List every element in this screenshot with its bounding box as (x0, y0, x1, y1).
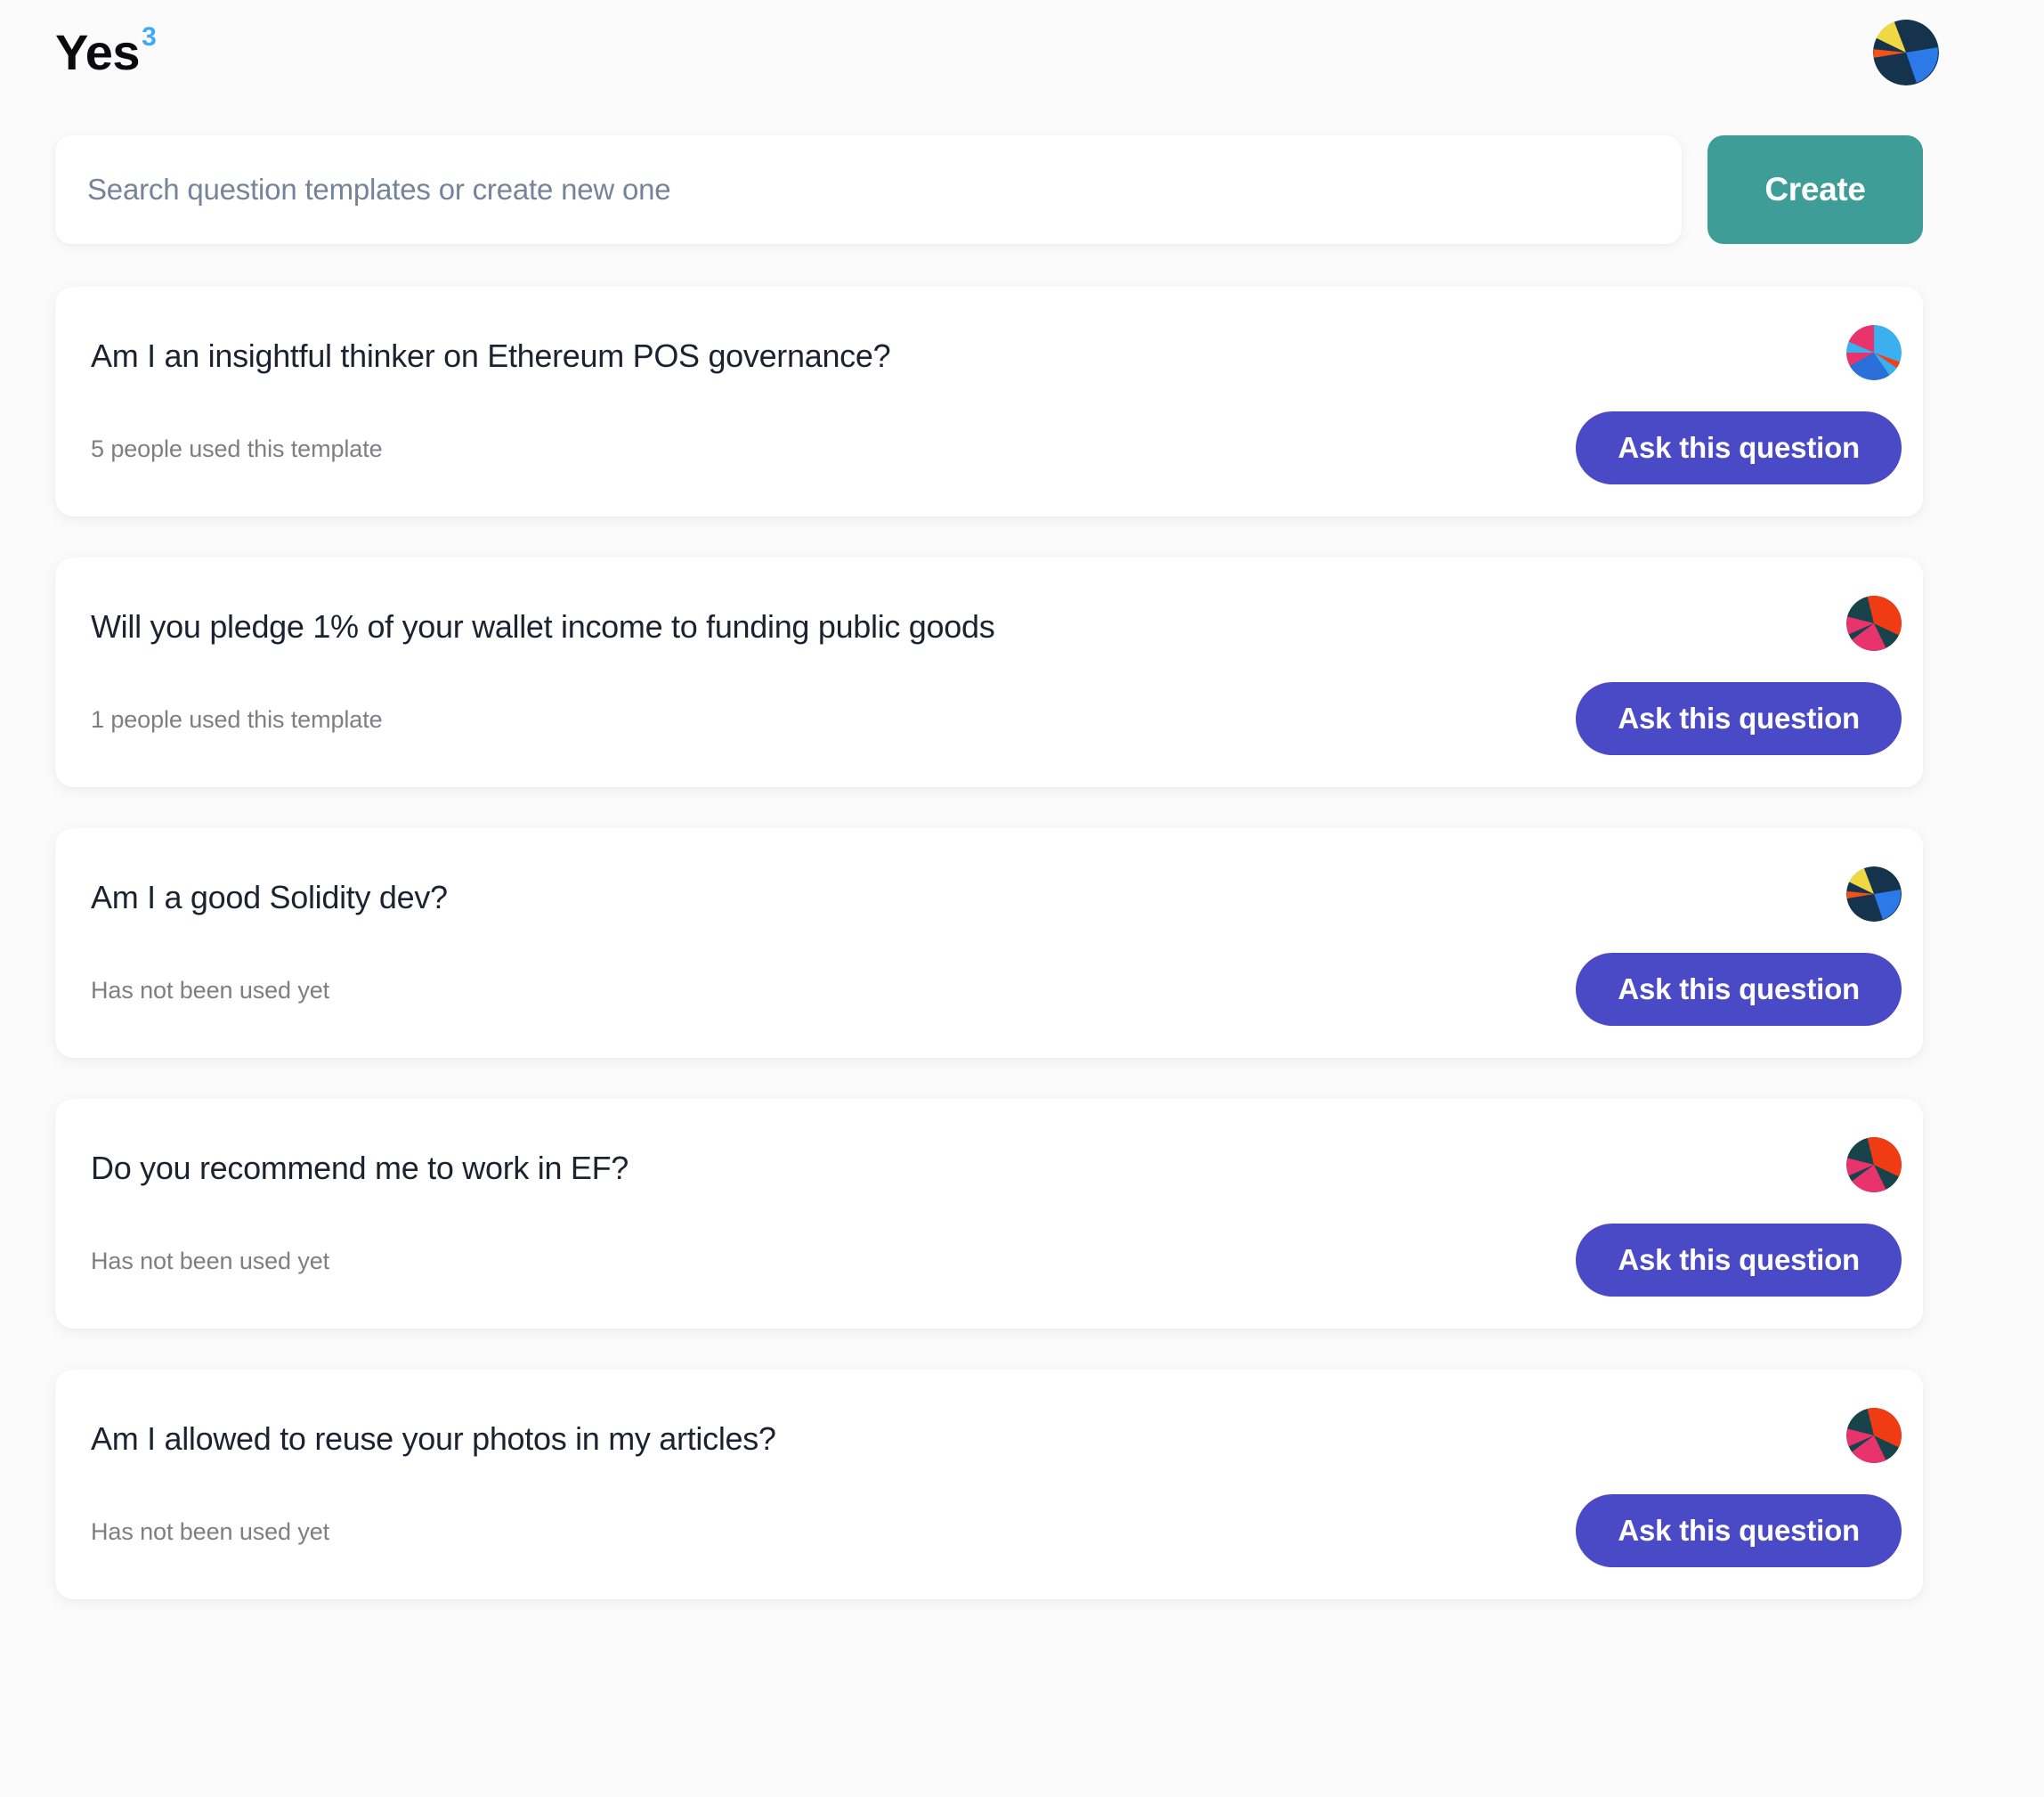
ask-question-button[interactable]: Ask this question (1576, 953, 1902, 1026)
template-card[interactable]: Will you pledge 1% of your wallet income… (55, 557, 1923, 787)
template-identicon (1846, 866, 1902, 922)
template-usage: 1 people used this template (91, 706, 383, 733)
app-logo-superscript: 3 (142, 22, 157, 52)
template-title: Will you pledge 1% of your wallet income… (91, 608, 995, 645)
template-identicon (1846, 325, 1902, 380)
template-card[interactable]: Am I a good Solidity dev? Has not been u… (55, 828, 1923, 1058)
avatar[interactable] (1873, 20, 1939, 85)
app-root: Yes 3 Create Am I an insightful thinker … (0, 0, 2044, 1797)
template-card[interactable]: Do you recommend me to work in EF? Has n… (55, 1099, 1923, 1329)
pie-identicon-avatar-icon (1873, 20, 1939, 85)
search-input[interactable] (87, 173, 1650, 207)
ask-question-button[interactable]: Ask this question (1576, 1494, 1902, 1567)
app-logo-text: Yes (55, 24, 141, 80)
template-card[interactable]: Am I an insightful thinker on Ethereum P… (55, 287, 1923, 516)
template-identicon (1846, 596, 1902, 651)
pie-identicon-teal-red-icon (1846, 1408, 1902, 1463)
app-logo[interactable]: Yes 3 (55, 24, 157, 80)
template-list: Am I an insightful thinker on Ethereum P… (0, 287, 2044, 1599)
search-row: Create (0, 135, 2044, 244)
template-title: Do you recommend me to work in EF? (91, 1150, 629, 1186)
search-box[interactable] (55, 135, 1682, 244)
template-usage: Has not been used yet (91, 1248, 330, 1274)
template-card[interactable]: Am I allowed to reuse your photos in my … (55, 1370, 1923, 1599)
template-identicon (1846, 1408, 1902, 1463)
ask-question-button[interactable]: Ask this question (1576, 411, 1902, 484)
pie-identicon-teal-red-icon (1846, 596, 1902, 651)
template-usage: 5 people used this template (91, 435, 383, 462)
create-button[interactable]: Create (1707, 135, 1923, 244)
pie-identicon-navy-yellow-icon (1846, 866, 1902, 922)
template-title: Am I a good Solidity dev? (91, 879, 448, 915)
app-header: Yes 3 (0, 0, 2044, 89)
pie-identicon-pink-blue-icon (1846, 325, 1902, 380)
pie-identicon-teal-red-icon (1846, 1137, 1902, 1192)
ask-question-button[interactable]: Ask this question (1576, 1224, 1902, 1297)
template-title: Am I allowed to reuse your photos in my … (91, 1420, 776, 1457)
ask-question-button[interactable]: Ask this question (1576, 682, 1902, 755)
template-usage: Has not been used yet (91, 1518, 330, 1545)
template-title: Am I an insightful thinker on Ethereum P… (91, 337, 891, 374)
template-identicon (1846, 1137, 1902, 1192)
template-usage: Has not been used yet (91, 977, 330, 1004)
